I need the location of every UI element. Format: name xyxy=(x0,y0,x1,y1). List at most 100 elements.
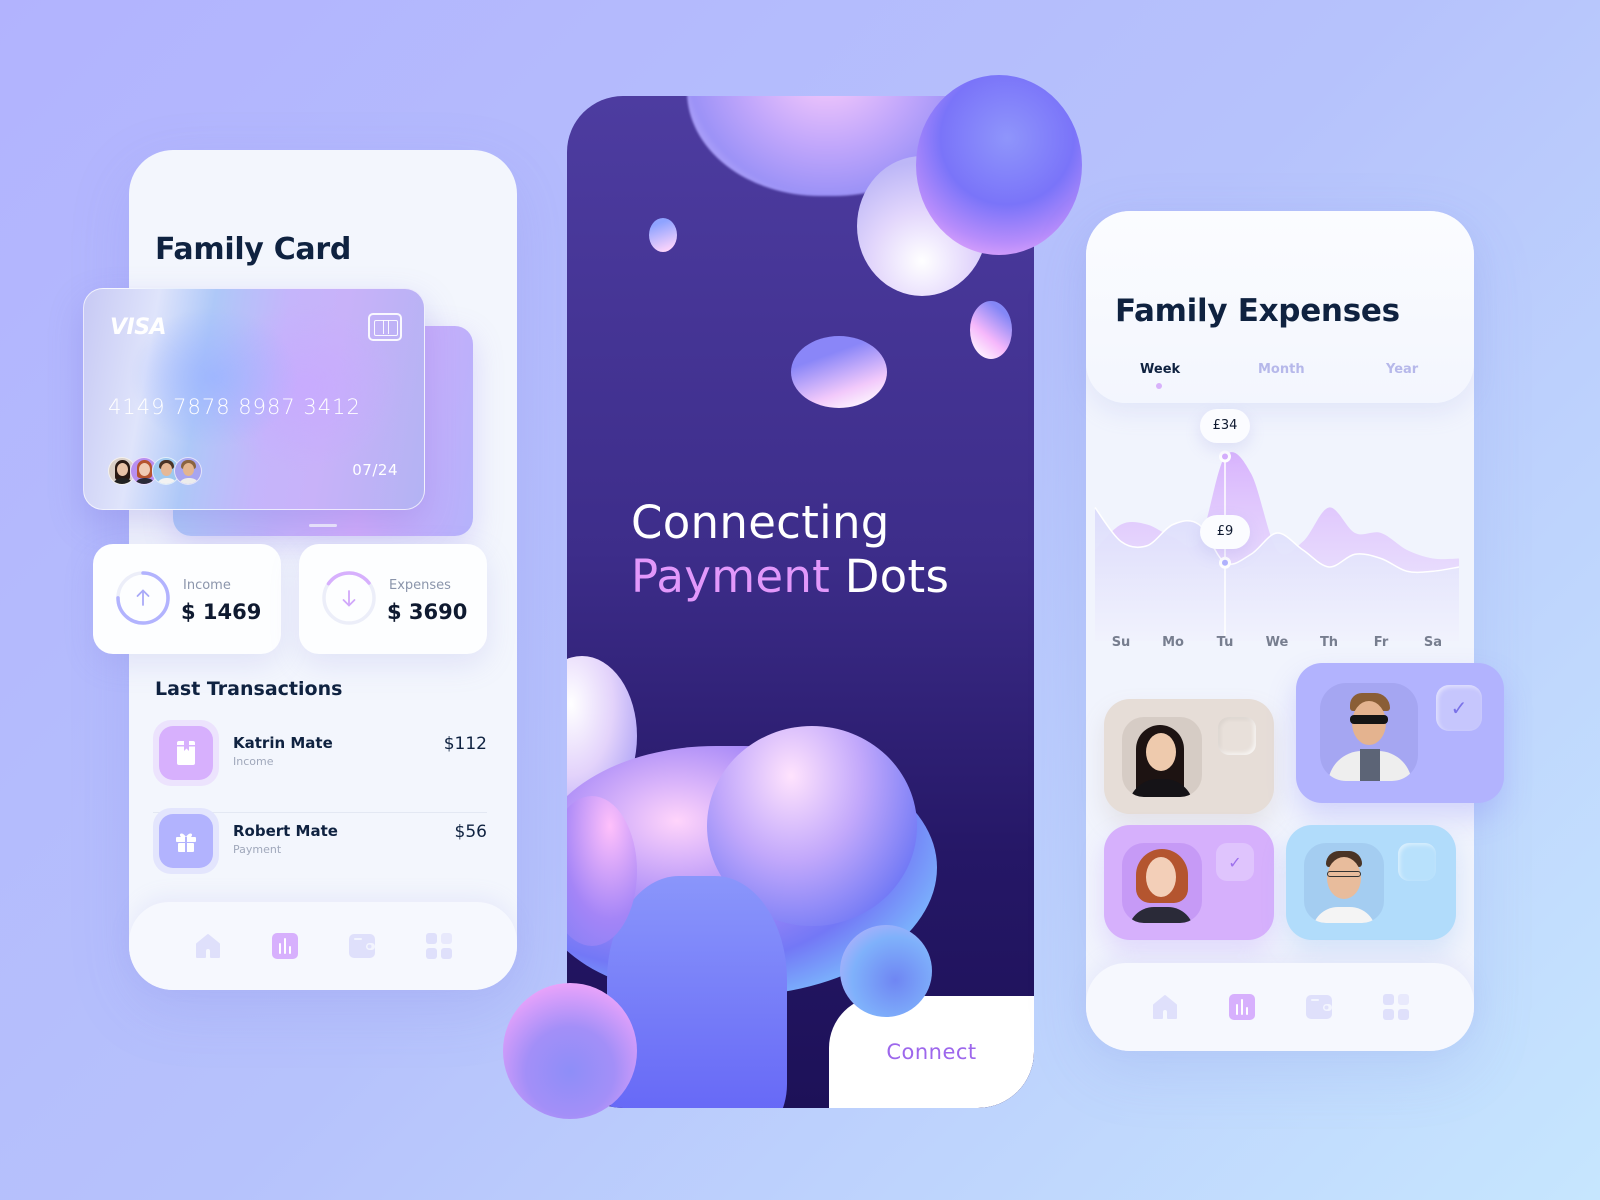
bottom-nav xyxy=(129,902,517,990)
decorative-blob xyxy=(791,336,887,408)
nav-wallet[interactable] xyxy=(1305,993,1333,1021)
transaction-name: Robert Mate xyxy=(233,822,338,840)
bar-chart-icon xyxy=(271,933,298,959)
decorative-sphere xyxy=(916,75,1082,255)
grid-icon xyxy=(1382,994,1409,1020)
avatar xyxy=(1304,843,1384,923)
member-checkbox[interactable] xyxy=(1398,843,1436,881)
income-label: Income xyxy=(183,578,231,593)
tab-month[interactable]: Month xyxy=(1258,362,1305,377)
income-progress-ring xyxy=(116,571,170,625)
avatar xyxy=(174,457,202,485)
member-card[interactable] xyxy=(1104,699,1274,814)
arrow-up-icon xyxy=(136,589,150,606)
bar-chart-icon xyxy=(1228,994,1255,1020)
transaction-type: Income xyxy=(233,755,274,768)
transaction-icon-frame xyxy=(153,808,219,874)
member-card[interactable]: ✓ xyxy=(1296,663,1504,803)
income-card[interactable]: Income $ 1469 xyxy=(93,544,281,654)
family-expenses-screen: Family Expenses Week Month Year £34 £9 Su… xyxy=(1086,211,1504,1051)
transaction-row[interactable]: Robert Mate Payment $56 xyxy=(153,808,487,878)
nav-stats[interactable] xyxy=(1228,993,1256,1021)
member-checkbox[interactable]: ✓ xyxy=(1436,685,1482,731)
transaction-amount: $112 xyxy=(443,734,487,754)
x-axis-label: Th xyxy=(1319,635,1339,650)
section-title: Last Transactions xyxy=(155,678,343,700)
sim-chip-icon xyxy=(368,313,402,341)
gift-icon xyxy=(159,814,213,868)
income-value: $ 1469 xyxy=(181,600,262,624)
page-title: Family Card xyxy=(155,232,352,267)
transaction-name: Katrin Mate xyxy=(233,734,333,752)
decorative-blob xyxy=(607,876,787,1108)
decorative-blob xyxy=(970,301,1012,359)
glasses xyxy=(1327,871,1361,877)
credit-card[interactable]: VISA 4149 7878 8987 3412 07/24 xyxy=(83,288,425,510)
nav-apps[interactable] xyxy=(425,932,453,960)
headline-line-1: Connecting xyxy=(631,496,890,549)
family-card-screen: Family Card VISA 4149 7878 8987 3412 07/… xyxy=(83,150,517,990)
headline: Connecting Payment Dots xyxy=(631,496,949,604)
avatar xyxy=(1122,717,1202,797)
home-icon xyxy=(195,934,220,958)
decorative-sphere xyxy=(840,925,932,1017)
expenses-label: Expenses xyxy=(389,578,451,593)
decorative-sphere xyxy=(503,983,637,1119)
chart-tooltip: £9 xyxy=(1200,514,1250,549)
member-checkbox[interactable] xyxy=(1218,717,1256,755)
tab-year[interactable]: Year xyxy=(1386,362,1418,377)
active-tab-indicator xyxy=(1156,383,1162,389)
x-axis-label: Su xyxy=(1111,635,1131,650)
bookmark-book-icon xyxy=(159,726,213,780)
checkmark-icon: ✓ xyxy=(1450,696,1468,720)
visa-logo: VISA xyxy=(110,315,167,340)
transaction-amount: $56 xyxy=(454,822,487,842)
connect-button[interactable]: Connect xyxy=(829,996,1034,1108)
transaction-icon-frame xyxy=(153,720,219,786)
member-card[interactable]: ✓ xyxy=(1104,825,1274,940)
chart-point-dot xyxy=(1222,559,1228,566)
card-member-avatars xyxy=(108,457,202,485)
nav-stats[interactable] xyxy=(271,932,299,960)
connect-screen: Connecting Payment Dots Connect xyxy=(567,96,1034,1108)
chart-point-dot xyxy=(1222,453,1228,460)
bottom-nav xyxy=(1086,963,1474,1051)
decorative-blob xyxy=(649,218,677,252)
wallet-icon xyxy=(348,934,375,958)
expenses-chart xyxy=(1094,450,1460,641)
nav-apps[interactable] xyxy=(1382,993,1410,1021)
arrow-down-icon xyxy=(342,590,356,607)
transaction-row[interactable]: Katrin Mate Income $112 xyxy=(153,720,487,790)
wallet-icon xyxy=(1305,995,1332,1019)
shirt xyxy=(1360,749,1380,781)
checkmark-icon: ✓ xyxy=(1228,852,1242,872)
x-axis-label: Mo xyxy=(1162,635,1184,650)
page-title: Family Expenses xyxy=(1115,293,1400,329)
nav-home[interactable] xyxy=(1151,993,1179,1021)
card-number: 4149 7878 8987 3412 xyxy=(108,395,361,419)
expenses-progress-ring xyxy=(322,571,376,625)
headline-line-2: Payment Dots xyxy=(631,550,949,604)
sunglasses xyxy=(1350,715,1388,724)
card-expiry: 07/24 xyxy=(352,461,398,479)
headline-accent-word: Payment xyxy=(631,550,831,603)
grid-icon xyxy=(425,933,452,959)
nav-home[interactable] xyxy=(194,932,222,960)
chart-tooltip: £34 xyxy=(1200,408,1250,443)
card-drag-handle[interactable] xyxy=(309,524,337,527)
x-axis-label: We xyxy=(1265,635,1289,650)
nav-wallet[interactable] xyxy=(348,932,376,960)
avatar xyxy=(1122,843,1202,923)
member-card[interactable] xyxy=(1286,825,1456,940)
expenses-value: $ 3690 xyxy=(387,600,468,624)
member-checkbox[interactable]: ✓ xyxy=(1216,843,1254,881)
home-icon xyxy=(1152,995,1177,1019)
headline-end-word: Dots xyxy=(844,550,950,603)
transaction-type: Payment xyxy=(233,843,282,856)
tab-week[interactable]: Week xyxy=(1140,362,1180,377)
expenses-card[interactable]: Expenses $ 3690 xyxy=(299,544,487,654)
x-axis-label: Fr xyxy=(1373,635,1389,650)
x-axis-label: Sa xyxy=(1423,635,1443,650)
x-axis-label: Tu xyxy=(1216,635,1234,650)
avatar xyxy=(1320,683,1418,781)
